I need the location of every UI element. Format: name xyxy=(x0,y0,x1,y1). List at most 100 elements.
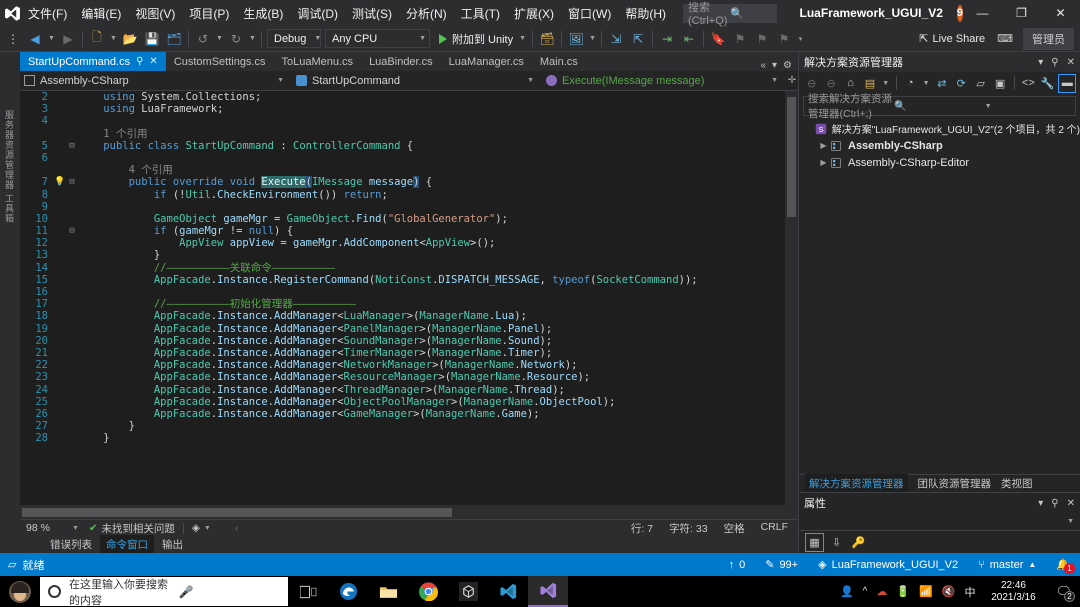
tab-error-list[interactable]: 错误列表 xyxy=(44,535,98,554)
toolbar-overflow-icon[interactable]: ▾ xyxy=(795,28,806,50)
expander-icon[interactable]: ▶ xyxy=(817,141,830,150)
navbar-member-combo[interactable]: Execute(IMessage message) ▼ xyxy=(542,71,786,91)
sync-with-active-document-icon[interactable]: ⇄ xyxy=(933,74,950,93)
onedrive-icon[interactable]: ☁ xyxy=(876,585,887,598)
ime-indicator[interactable]: 中 xyxy=(964,584,975,600)
scrollbar-thumb[interactable] xyxy=(787,97,796,217)
lightbulb-icon[interactable]: 💡 xyxy=(54,176,66,188)
status-notifications[interactable]: 🔔 1 xyxy=(1056,558,1070,571)
toolbar-options-icon[interactable]: ⋮ xyxy=(2,28,24,50)
tab-output[interactable]: 输出 xyxy=(156,535,189,554)
pin-icon[interactable]: ⚲ xyxy=(1051,57,1058,68)
forward-icon[interactable]: ⊖ xyxy=(822,74,839,93)
code-line[interactable]: 7💡⊟ public override void Execute(IMessag… xyxy=(20,176,798,188)
menu-window[interactable]: 窗口(W) xyxy=(561,1,618,26)
chevron-down-icon[interactable]: ▼ xyxy=(72,525,79,532)
chevron-down-icon[interactable]: ▼ xyxy=(921,72,931,94)
solution-tree[interactable]: S 解决方案"LuaFramework_UGUI_V2"(2 个项目，共 2 个… xyxy=(799,118,1080,171)
tab-overflow-icon[interactable]: « xyxy=(760,60,766,71)
code-line[interactable]: 5⊟ public class StartUpCommand : Control… xyxy=(20,140,798,152)
left-dock-rail[interactable]: 服务器资源管理器 工具箱 xyxy=(0,52,20,553)
menu-test[interactable]: 测试(S) xyxy=(345,1,399,26)
minimize-button[interactable]: — xyxy=(963,0,1002,26)
pin-icon[interactable]: ⚲ xyxy=(1051,498,1058,509)
gear-icon[interactable]: ⚙ xyxy=(783,60,792,71)
redo-caret-icon[interactable]: ▼ xyxy=(247,28,258,50)
attach-to-unity-button[interactable]: 附加到 Unity ▼ xyxy=(436,28,529,50)
people-icon[interactable]: 👤 xyxy=(840,585,854,598)
code-line[interactable]: 23 AppFacade.Instance.AddManager<Resourc… xyxy=(20,371,798,383)
zoom-level[interactable]: 98 % xyxy=(20,522,72,534)
pin-icon[interactable]: ⚲ xyxy=(136,56,143,67)
taskbar-unity-icon[interactable] xyxy=(448,576,488,607)
code-line[interactable]: 24 AppFacade.Instance.AddManager<ThreadM… xyxy=(20,384,798,396)
undo-caret-icon[interactable]: ▼ xyxy=(214,28,225,50)
code-line[interactable]: 18 AppFacade.Instance.AddManager<LuaMana… xyxy=(20,310,798,322)
taskbar-chrome-icon[interactable] xyxy=(408,576,448,607)
navigate-back-caret-icon[interactable]: ▼ xyxy=(46,28,57,50)
tab-luabinder[interactable]: LuaBinder.cs xyxy=(361,52,441,71)
code-line[interactable]: 21 AppFacade.Instance.AddManager<TimerMa… xyxy=(20,347,798,359)
tree-row-assembly-csharp-editor[interactable]: ▶ Assembly-CSharp-Editor xyxy=(799,154,1080,171)
code-line[interactable]: 20 AppFacade.Instance.AddManager<SoundMa… xyxy=(20,335,798,347)
fold-toggle-icon[interactable]: ⊟ xyxy=(66,140,78,152)
navbar-project-combo[interactable]: Assembly-CSharp ▼ xyxy=(20,71,292,91)
quick-search-input[interactable]: 搜索 (Ctrl+Q) 🔍 xyxy=(683,4,777,23)
tab-class-view[interactable]: 类视图 xyxy=(1001,476,1033,491)
open-file-icon[interactable]: 📂 xyxy=(119,28,141,50)
menu-analyze[interactable]: 分析(N) xyxy=(399,1,454,26)
close-button[interactable]: ✕ xyxy=(1041,0,1080,26)
tab-solution-explorer[interactable]: 解决方案资源管理器 xyxy=(805,474,908,493)
restore-button[interactable]: ❐ xyxy=(1002,0,1041,26)
code-line[interactable]: 28 } xyxy=(20,432,798,444)
show-hidden-icons-icon[interactable]: ^ xyxy=(863,586,868,597)
bookmark-icon[interactable]: 🔖 xyxy=(707,28,729,50)
tab-startupcommand[interactable]: StartUpCommand.cs ⚲ ✕ xyxy=(20,52,166,71)
fold-toggle-icon[interactable]: ⊟ xyxy=(66,225,78,237)
chevron-down-icon[interactable]: ▼ xyxy=(985,103,1071,110)
editor-horizontal-scrollbar[interactable] xyxy=(20,505,798,519)
code-line[interactable]: 25 AppFacade.Instance.AddManager<ObjectP… xyxy=(20,396,798,408)
code-line[interactable]: 4 xyxy=(20,115,798,127)
properties-icon[interactable]: 🔧 xyxy=(1039,74,1056,93)
action-center-button[interactable]: 🗨 2 xyxy=(1055,584,1072,600)
start-button[interactable] xyxy=(0,576,40,607)
status-branch[interactable]: ⑂ master ▲ xyxy=(978,559,1036,571)
status-repository[interactable]: ◈ LuaFramework_UGUI_V2 xyxy=(818,558,958,571)
code-line[interactable]: 26 AppFacade.Instance.AddManager<GameMan… xyxy=(20,408,798,420)
close-icon[interactable]: ✕ xyxy=(149,56,157,67)
menu-view[interactable]: 视图(V) xyxy=(128,1,182,26)
redo-icon[interactable]: ↻ xyxy=(225,28,247,50)
scrollbar-thumb[interactable] xyxy=(22,508,452,517)
tree-row-solution[interactable]: S 解决方案"LuaFramework_UGUI_V2"(2 个项目，共 2 个… xyxy=(799,120,1080,137)
fold-toggle-icon[interactable]: ⊟ xyxy=(66,176,78,188)
preview-selected-items-icon[interactable]: ▬ xyxy=(1058,74,1076,93)
home-icon[interactable]: ⌂ xyxy=(842,74,859,93)
tab-list-icon[interactable]: ▾ xyxy=(772,60,777,71)
view-code-icon[interactable]: <> xyxy=(1020,74,1037,93)
new-project-caret-icon[interactable]: ▼ xyxy=(108,28,119,50)
tab-main[interactable]: Main.cs xyxy=(532,52,586,71)
code-lines[interactable]: 2 using System.Collections;3 using LuaFr… xyxy=(20,91,798,505)
taskbar-visual-studio-icon[interactable] xyxy=(528,576,568,607)
collapse-back-icon[interactable]: ⊖ xyxy=(803,74,820,93)
code-line[interactable]: 14 //——————————关联命令—————————— xyxy=(20,262,798,274)
close-icon[interactable]: ✕ xyxy=(1067,498,1075,509)
menu-build[interactable]: 生成(B) xyxy=(236,1,290,26)
solution-configuration-combo[interactable]: Debug ▼ xyxy=(267,29,321,48)
live-preview-icon[interactable]: 🗃 xyxy=(536,28,558,50)
navigate-back-icon[interactable]: ◀ xyxy=(24,28,46,50)
menu-extensions[interactable]: 扩展(X) xyxy=(507,1,561,26)
code-line[interactable]: 16 xyxy=(20,286,798,298)
properties-object-combo[interactable]: ▼ xyxy=(799,513,1080,531)
code-line[interactable]: 12 AppView appView = gameMgr.AddComponen… xyxy=(20,237,798,249)
solution-explorer-search-input[interactable]: 搜索解决方案资源管理器(Ctrl+;) 🔍 ▼ xyxy=(803,96,1076,116)
code-line[interactable]: 17 //——————————初始化管理器—————————— xyxy=(20,298,798,310)
taskbar-clock[interactable]: 22:46 2021/3/16 xyxy=(984,580,1042,604)
show-all-files-icon[interactable]: ◔ xyxy=(902,74,919,93)
code-line[interactable]: 6 xyxy=(20,152,798,164)
code-line[interactable]: 1 个引用 xyxy=(20,128,798,140)
solution-platform-combo[interactable]: Any CPU ▼ xyxy=(325,29,430,48)
bookmark-clear-icon[interactable]: ⚑ xyxy=(773,28,795,50)
menu-file[interactable]: 文件(F) xyxy=(21,1,74,26)
